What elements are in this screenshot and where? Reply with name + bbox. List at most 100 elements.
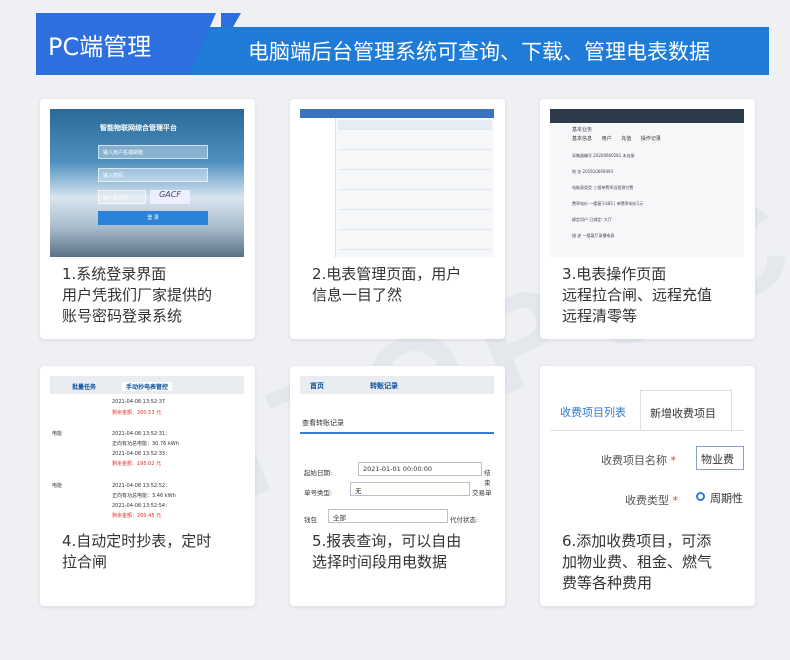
caption-line: 费等各种费用 [562,574,653,592]
auto-reading-screenshot: 批量任务 手动抄电表管控 2021-04-08 13:52:37 剩余金额：20… [50,376,244,524]
card-caption: 5.报表查询，可以自由 选择时间段用电数据 [312,531,497,573]
radio-periodic-label: 周期性 [710,492,743,505]
tab-transfer-records: 转账记录 [370,382,398,390]
record-line: 正向有功总电能：30.76 kWh [112,441,179,447]
caption-line: 远程清零等 [562,307,638,325]
feature-card-fee-items: 收费项目列表 新增收费项目 收费项目名称 * 物业费 收费类型 * 周期性 6.… [540,366,755,606]
record-line: 2021-04-08 13:52:54： [112,503,171,509]
fee-items-screenshot: 收费项目列表 新增收费项目 收费项目名称 * 物业费 收费类型 * 周期性 [550,376,744,524]
card-caption: 3.电表操作页面 远程拉合闸、远程充值 远程清零等 [562,264,747,327]
tab-home: 首页 [310,382,324,390]
tab-bar: 批量任务 手动抄电表管控 [50,376,244,394]
table-row [338,160,492,170]
tab-recharge: 充值 [621,136,632,142]
record-line: 2021-04-08 13:52:52： [112,483,171,489]
caption-line: 加物业费、租金、燃气 [562,553,713,571]
caption-line: 信息一目了然 [312,286,403,304]
table-row [338,240,492,250]
record-balance: 剩余金额：200.45 元 [112,513,162,519]
wallet-select: 全部 [328,509,448,523]
caption-line: 4.自动定时抄表，定时 [62,532,212,550]
subtab-view-transfers: 查看转账记录 [302,419,344,427]
tab-add-fee: 新增收费项目 [640,390,732,430]
feature-card-login: 智能物联网综合管理平台 输入用户名或邮箱 输入密码 输入验证码 GACF 登 录… [40,99,255,339]
tab-log: 操作记录 [640,136,661,142]
card-caption: 6.添加收费项目，可添 加物业费、租金、燃气 费等各种费用 [562,531,747,594]
nav-sidebar [300,118,336,257]
login-button: 登 录 [98,211,208,225]
start-date-field: 2021-01-01 00:00:00 [358,462,482,476]
wallet-label: 钱包 [304,516,317,524]
tab-user: 用户 [601,136,612,142]
info-line: 电能表类型 三相单费率远程预付费 [572,185,634,190]
record-label: 电能 [52,431,63,437]
header-subtitle: 电脑端后台管理系统可查询、下载、管理电表数据 [186,27,769,75]
app-titlebar [550,109,744,123]
username-field: 输入用户名或邮箱 [98,145,208,159]
card-caption: 2.电表管理页面，用户 信息一目了然 [312,264,497,306]
record-label: 电能 [52,483,63,489]
caption-line: 账号密码登录系统 [62,307,183,325]
caption-line: 6.添加收费项目，可添 [562,532,712,550]
tab-basic-info: 基本信息 [572,136,593,142]
tab-fee-list: 收费项目列表 [560,406,626,419]
info-line: 地 址 201910669493 [572,169,614,174]
start-date-label: 起始日期: [304,469,333,477]
table-row [338,220,492,230]
caption-line: 选择时间段用电数据 [312,553,448,571]
record-line: 2021-04-08 13:52:31： [112,431,171,437]
caption-line: 远程拉合闸、远程充值 [562,286,713,304]
meter-table-screenshot [300,109,494,257]
tab-manual-reading: 手动抄电表管控 [122,382,173,391]
doc-type-label: 单号类型: [304,489,333,497]
end-date-label: 结束 [484,469,491,487]
tab-batch-task: 批量任务 [72,384,97,391]
feature-card-report: 首页 转账记录 查看转账记录 起始日期: 2021-01-01 00:00:00… [290,366,505,606]
info-line: 描 述 一楼展厅录播电表 [572,233,615,238]
caption-line: 用户凭我们厂家提供的 [62,286,213,304]
caption-line: 2.电表管理页面，用户 [312,265,462,283]
table-row [338,180,492,190]
tab-divider [550,430,744,431]
report-screenshot: 首页 转账记录 查看转账记录 起始日期: 2021-01-01 00:00:00… [300,376,494,524]
captcha-image: GACF [150,190,190,204]
login-title: 智能物联网综合管理平台 [100,124,177,132]
meter-operation-screenshot: 基本业务 基本信息 用户 充值 操作记录 采集器编号 20200660281 未… [550,109,744,257]
info-line: 费率电价 一楼基于485 | 单费率电价1元 [572,201,644,206]
caption-line: 1.系统登录界面 [62,265,167,283]
captcha-field: 输入验证码 [98,190,146,204]
radio-periodic [696,492,705,501]
record-balance: 剩余金额：200.53 元 [112,410,162,416]
header-decor [221,13,241,27]
feature-card-meter-operation: 基本业务 基本信息 用户 充值 操作记录 采集器编号 20200660281 未… [540,99,755,339]
header-title: PC端管理 [36,13,216,75]
header-banner: 电脑端后台管理系统可查询、下载、管理电表数据 PC端管理 [36,13,769,75]
subtab-bar: 查看转账记录 [300,404,494,434]
doc-type-select: 无 [350,482,470,496]
record-balance: 剩余金额：195.02 元 [112,461,162,467]
fee-type-label: 收费类型 * [625,494,678,507]
caption-line: 5.报表查询，可以自由 [312,532,462,550]
tab-bar: 首页 转账记录 [300,376,494,394]
record-line: 2021-04-08 13:52:37 [112,399,166,405]
table-header [338,120,492,130]
record-line: 2021-04-08 13:52:33： [112,451,171,457]
login-screenshot: 智能物联网综合管理平台 输入用户名或邮箱 输入密码 输入验证码 GACF 登 录 [50,109,244,257]
password-field: 输入密码 [98,168,208,182]
feature-card-meter-management: 2.电表管理页面，用户 信息一目了然 [290,99,505,339]
agent-status-label: 代付状态: [450,516,479,524]
fee-name-label: 收费项目名称 * [601,454,676,467]
caption-line: 拉合闸 [62,553,108,571]
card-caption: 4.自动定时抄表，定时 拉合闸 [62,531,247,573]
app-titlebar [300,109,494,118]
feature-card-auto-reading: 批量任务 手动抄电表管控 2021-04-08 13:52:37 剩余金额：20… [40,366,255,606]
record-line: 正向有功总电能：3.46 kWh [112,493,176,499]
panel-title: 基本业务 [572,127,593,133]
table-row [338,140,492,150]
fee-name-input: 物业费 [696,446,744,470]
trade-label: 交易单 [472,489,492,497]
table-row [338,200,492,210]
caption-line: 3.电表操作页面 [562,265,667,283]
card-caption: 1.系统登录界面 用户凭我们厂家提供的 账号密码登录系统 [62,264,247,327]
info-line: 采集器编号 20200660281 未连接 [572,153,635,158]
